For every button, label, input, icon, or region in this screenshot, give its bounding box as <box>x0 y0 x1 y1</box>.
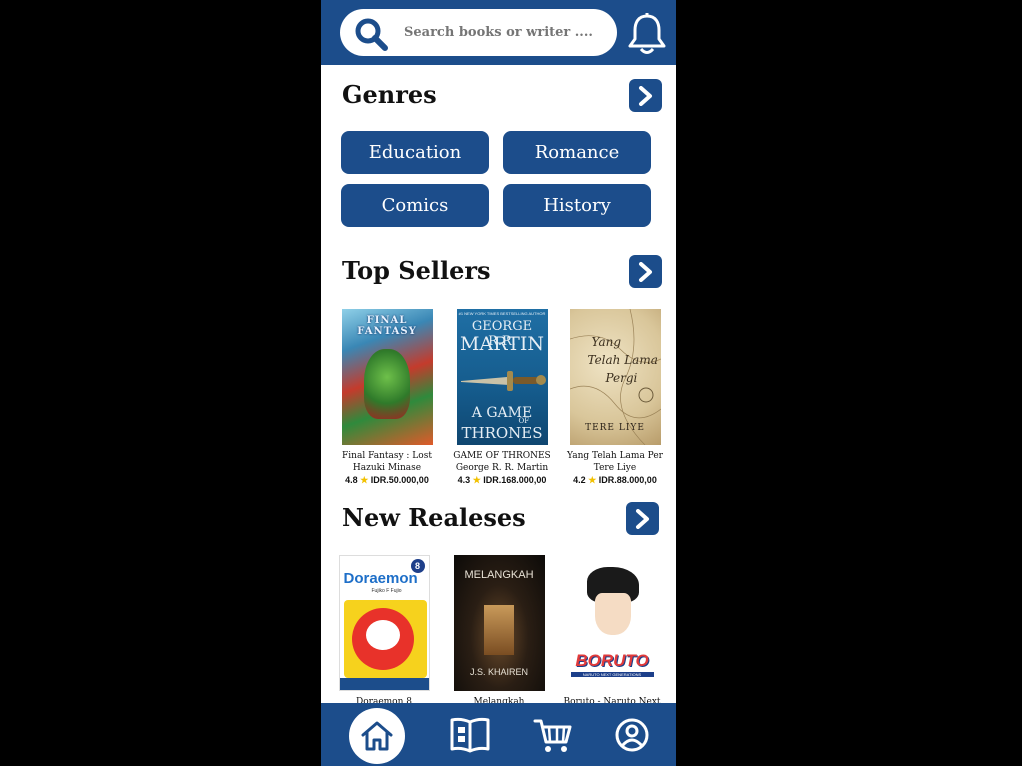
book-rating-price: 4.8 ★ IDR.50.000,00 <box>335 475 439 486</box>
cover-author: TERE LIYE <box>585 423 645 433</box>
genre-romance-button[interactable]: Romance <box>503 131 651 174</box>
cover-title-line2: Telah Lama <box>587 353 658 367</box>
star-icon: ★ <box>360 475 369 485</box>
cover-door <box>483 605 514 655</box>
cover-dagger-image <box>460 371 546 391</box>
cover-logo: Doraemon <box>343 570 418 587</box>
book-card[interactable]: FINAL FANTASY Final Fantasy : Lost Hazuk… <box>335 309 439 486</box>
book-card[interactable]: BORUTO NARUTO NEXT GENERATIONS Boruto - … <box>560 555 664 708</box>
genre-comics-button[interactable]: Comics <box>341 184 489 227</box>
cover-volume: 8 <box>410 559 425 573</box>
cover-title-line3: Pergi <box>605 371 638 385</box>
star-icon: ★ <box>588 475 597 485</box>
cover-title-line3: THRONES <box>461 424 543 442</box>
book-cover-melangkah[interactable]: MELANGKAH J.S. KHAIREN <box>453 555 545 691</box>
nav-home-button[interactable] <box>349 708 405 764</box>
cover-title: MELANGKAH <box>464 569 534 581</box>
book-title: Final Fantasy : Lost Hazuki Minase <box>342 451 432 473</box>
bottom-nav <box>321 703 676 766</box>
book-rating-price: 4.3 ★ IDR.168.000,00 <box>450 475 554 486</box>
book-title: Yang Telah Lama Per Tere Liye <box>567 451 663 473</box>
cover-figure <box>363 349 410 419</box>
nav-library-button[interactable] <box>449 715 491 755</box>
book-cover-yang-telah-lama-pergi[interactable]: Yang Telah Lama Pergi TERE LIYE <box>569 309 661 445</box>
cover-face <box>594 593 631 635</box>
top-sellers-more-button[interactable] <box>629 255 662 288</box>
genres-title: Genres <box>342 80 437 109</box>
book-cover-doraemon[interactable]: Doraemon 8 Fujiko F Fujio <box>338 555 430 691</box>
price-value: IDR.88.000,00 <box>598 475 657 485</box>
cart-icon <box>533 719 572 752</box>
cover-title-line1: Yang <box>591 335 622 349</box>
price-value: IDR.50.000,00 <box>370 475 429 485</box>
search-input[interactable] <box>404 9 604 56</box>
cover-logo: FINAL FANTASY <box>357 315 417 337</box>
nav-profile-button[interactable] <box>615 718 649 752</box>
genre-history-button[interactable]: History <box>503 184 651 227</box>
book-card[interactable]: Doraemon 8 Fujiko F Fujio Doraemon 8 <box>332 555 436 708</box>
price-value: IDR.168.000,00 <box>483 475 547 485</box>
rating-value: 4.3 <box>457 475 471 485</box>
book-card[interactable]: #1 NEW YORK TIMES BESTSELLING AUTHOR GEO… <box>450 309 554 486</box>
cover-author-line2: MARTIN <box>460 333 544 355</box>
nav-cart-button[interactable] <box>533 717 573 755</box>
profile-icon <box>615 718 649 752</box>
new-releases-title: New Realeses <box>342 503 526 532</box>
new-releases-more-button[interactable] <box>626 502 659 535</box>
genres-more-button[interactable] <box>629 79 662 112</box>
rating-value: 4.2 <box>573 475 586 485</box>
chevron-right-icon <box>638 261 652 282</box>
book-cover-game-of-thrones[interactable]: #1 NEW YORK TIMES BESTSELLING AUTHOR GEO… <box>456 309 548 445</box>
cover-author: J.S. KHAIREN <box>469 667 528 677</box>
book-card[interactable]: MELANGKAH J.S. KHAIREN Melangkah <box>447 555 551 708</box>
search-icon[interactable] <box>354 17 388 51</box>
cover-tagline: #1 NEW YORK TIMES BESTSELLING AUTHOR <box>458 311 546 316</box>
chevron-right-icon <box>635 508 649 529</box>
book-title: GAME OF THRONES George R. R. Martin <box>453 451 551 473</box>
star-icon: ★ <box>472 475 481 485</box>
cover-author: Fujiko F Fujio <box>371 588 402 594</box>
cover-art <box>343 600 427 678</box>
book-cover-boruto[interactable]: BORUTO NARUTO NEXT GENERATIONS <box>566 555 658 691</box>
chevron-right-icon <box>638 85 652 106</box>
search-bar[interactable] <box>340 9 617 56</box>
cover-subtitle: NARUTO NEXT GENERATIONS <box>570 672 654 677</box>
notification-bell-icon[interactable] <box>626 12 668 56</box>
book-card[interactable]: Yang Telah Lama Pergi TERE LIYE Yang Tel… <box>563 309 667 486</box>
genre-education-button[interactable]: Education <box>341 131 489 174</box>
cover-logo: BORUTO <box>575 651 649 670</box>
top-bar <box>321 0 676 65</box>
top-sellers-title: Top Sellers <box>342 256 491 285</box>
cover-title-line1: A GAME <box>471 405 533 421</box>
book-icon <box>450 717 490 753</box>
home-icon <box>361 721 393 751</box>
app-screen: Genres Education Romance Comics History … <box>321 0 676 766</box>
book-cover-final-fantasy[interactable]: FINAL FANTASY <box>341 309 433 445</box>
rating-value: 4.8 <box>345 475 358 485</box>
book-rating-price: 4.2 ★ IDR.88.000,00 <box>563 475 667 486</box>
